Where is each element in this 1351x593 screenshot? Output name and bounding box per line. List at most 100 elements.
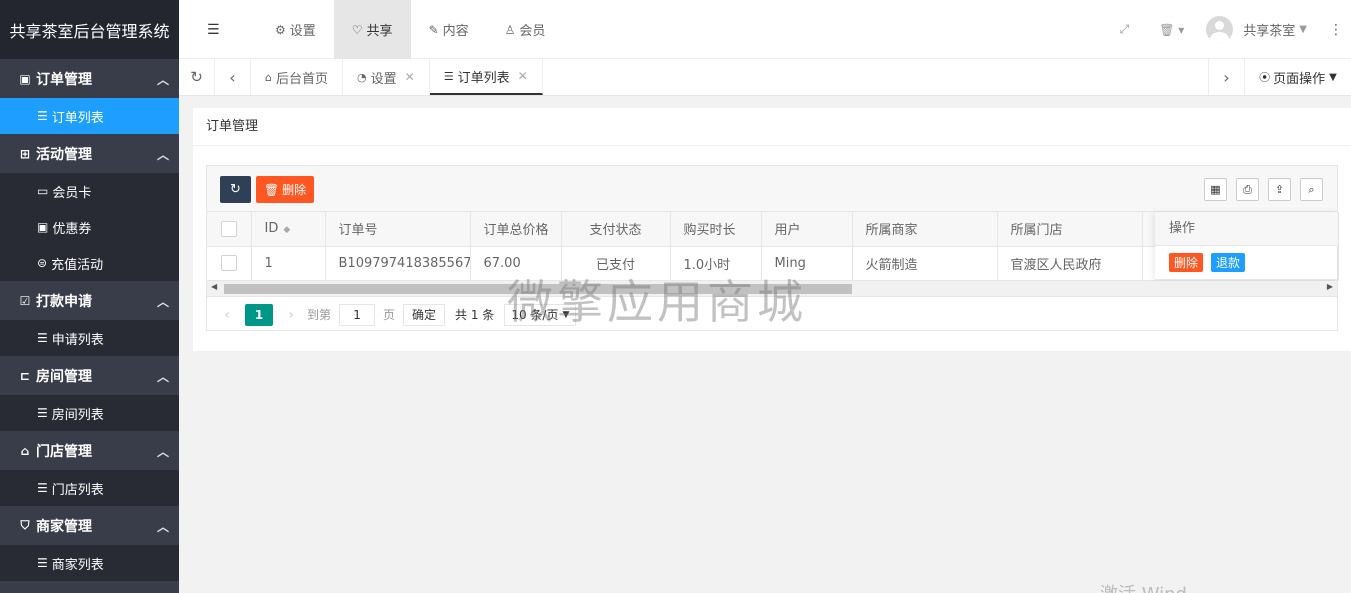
sidebar-item-label: 会员卡 bbox=[52, 185, 92, 201]
topnav-label: 设置 bbox=[289, 24, 316, 39]
cell-id: 1 bbox=[251, 246, 326, 281]
current-page[interactable]: 1 bbox=[245, 303, 273, 326]
refresh-button[interactable]: ↻ bbox=[220, 176, 251, 203]
tab-label: 后台首页 bbox=[275, 71, 328, 87]
sidebar-group-stores[interactable]: ⌂ 门店管理 ︿ bbox=[0, 431, 179, 470]
chevron-down-icon: ▼ bbox=[1329, 71, 1337, 83]
card-title: 订单管理 bbox=[193, 108, 1351, 146]
goto-confirm-button[interactable]: 确定 bbox=[403, 303, 446, 326]
sidebar-group-label: 商家管理 bbox=[36, 518, 92, 535]
column-header: 订单总价格 bbox=[470, 212, 562, 247]
sidebar-item-label: 商家列表 bbox=[51, 557, 104, 573]
select-all-cell[interactable] bbox=[207, 212, 252, 247]
chevron-right-icon[interactable]: › bbox=[1208, 59, 1244, 95]
row-select-cell[interactable] bbox=[207, 246, 252, 281]
tab-settings[interactable]: ◔ 设置 ✕ bbox=[343, 59, 430, 95]
topnav-members[interactable]: ♙ 会员 bbox=[487, 0, 564, 59]
more-icon[interactable]: ⋮ bbox=[1329, 22, 1343, 38]
list-icon: ☰ bbox=[37, 556, 48, 570]
vip-icon: ▭ bbox=[37, 184, 49, 198]
topnav-share[interactable]: ♡ 共享 bbox=[333, 0, 411, 59]
export-icon[interactable]: ⇪ bbox=[1268, 178, 1291, 201]
close-icon[interactable]: ✕ bbox=[405, 70, 415, 84]
sidebar: 共享茶室后台管理系统 ▣ 订单管理 ︿ ☰ 订单列表 ⊞ 活动管理 ︿ ▭ 会员… bbox=[0, 0, 179, 593]
sidebar-item-label: 优惠券 bbox=[52, 221, 92, 237]
select-all-checkbox[interactable] bbox=[220, 220, 237, 237]
edit-icon: ☑ bbox=[19, 293, 31, 308]
sidebar-item-merchant-list[interactable]: ☰ 商家列表 bbox=[0, 545, 179, 581]
sidebar-group-rooms[interactable]: ⊏ 房间管理 ︿ bbox=[0, 356, 179, 395]
column-header: 操作 bbox=[1155, 212, 1337, 246]
avatar[interactable] bbox=[1206, 16, 1234, 43]
sidebar-item-store-list[interactable]: ☰ 门店列表 bbox=[0, 470, 179, 506]
search-icon[interactable]: ⌕ bbox=[1300, 178, 1323, 201]
total-count: 共 1 条 bbox=[455, 308, 495, 322]
page-operations-dropdown[interactable]: ⦿ 页面操作 ▼ bbox=[1244, 59, 1351, 95]
sidebar-group-label: 门店管理 bbox=[36, 443, 92, 460]
topnav-label: 会员 bbox=[519, 24, 546, 39]
print-icon[interactable]: ⎙ bbox=[1236, 178, 1259, 201]
topnav-content[interactable]: ✎ 内容 bbox=[411, 0, 487, 59]
topnav-settings[interactable]: ⚙ 设置 bbox=[257, 0, 334, 59]
column-header: 用户 bbox=[761, 212, 853, 247]
sidebar-item-applications[interactable]: ☰ 申请列表 bbox=[0, 320, 179, 356]
column-header: 购买时长 bbox=[670, 212, 762, 247]
edit-icon: ✎ bbox=[428, 22, 439, 37]
list-icon: ☰ bbox=[443, 69, 454, 83]
sidebar-group-label: 订单管理 bbox=[36, 71, 92, 88]
top-nav: ⚙ 设置 ♡ 共享 ✎ 内容 ♙ 会员 bbox=[257, 0, 563, 59]
goto-page-input[interactable]: 1 bbox=[339, 303, 376, 326]
activate-windows-text: 激活 Wind bbox=[1100, 580, 1187, 593]
room-icon: ⊏ bbox=[19, 368, 31, 383]
fullscreen-icon[interactable]: ⤢ bbox=[1120, 22, 1130, 37]
scroll-right-arrow-icon[interactable]: ▶ bbox=[1327, 282, 1333, 291]
menu-toggle-icon[interactable]: ☰ bbox=[207, 22, 220, 38]
delete-button[interactable]: 🗑 删除 bbox=[256, 176, 314, 203]
close-icon[interactable]: ✕ bbox=[518, 69, 528, 83]
row-refund-button[interactable]: 退款 bbox=[1211, 253, 1246, 272]
row-delete-button[interactable]: 删除 bbox=[1169, 253, 1204, 272]
row-checkbox[interactable] bbox=[220, 255, 237, 271]
radio-dot-icon: ⦿ bbox=[1259, 71, 1271, 84]
sidebar-item-member-card[interactable]: ▭ 会员卡 bbox=[0, 173, 179, 209]
top-header: ☰ ⚙ 设置 ♡ 共享 ✎ 内容 ♙ 会员 ⤢ 🗑 ▾ 共享茶室 ▼ ⋮ bbox=[179, 0, 1351, 59]
sidebar-group-merchants[interactable]: ⛉ 商家管理 ︿ bbox=[0, 506, 179, 545]
goto-label: 到第 bbox=[307, 308, 332, 322]
tabs-bar: ↻ ‹ ⌂ 后台首页 ◔ 设置 ✕ ☰ 订单列表 ✕ › ⦿ 页面操作 ▼ bbox=[179, 59, 1351, 96]
scroll-left-arrow-icon[interactable]: ◀ bbox=[211, 282, 217, 291]
prev-page-icon[interactable]: ‹ bbox=[215, 307, 239, 323]
chevron-up-icon: ︿ bbox=[156, 520, 169, 534]
sort-icon[interactable]: ◆ bbox=[283, 225, 290, 235]
sidebar-item-recharge[interactable]: ⊜ 充值活动 bbox=[0, 245, 179, 281]
sidebar-item-order-list[interactable]: ☰ 订单列表 bbox=[0, 98, 179, 134]
column-header[interactable]: ID ◆ bbox=[251, 212, 326, 247]
sidebar-group-orders[interactable]: ▣ 订单管理 ︿ bbox=[0, 59, 179, 98]
trash-icon: 🗑 bbox=[263, 182, 280, 197]
sidebar-group-payout[interactable]: ☑ 打款申请 ︿ bbox=[0, 281, 179, 320]
trash-dropdown-icon[interactable]: 🗑 ▾ bbox=[1159, 23, 1184, 37]
next-page-icon[interactable]: › bbox=[279, 307, 303, 323]
tab-order-list[interactable]: ☰ 订单列表 ✕ bbox=[429, 59, 543, 95]
column-label: ID bbox=[264, 221, 279, 237]
order-icon: ▣ bbox=[19, 71, 31, 86]
chevron-up-icon: ︿ bbox=[156, 148, 169, 162]
chevron-left-icon[interactable]: ‹ bbox=[215, 59, 251, 95]
column-header: 所属商家 bbox=[852, 212, 998, 247]
sidebar-item-room-list[interactable]: ☰ 房间列表 bbox=[0, 395, 179, 431]
sidebar-group-activities[interactable]: ⊞ 活动管理 ︿ bbox=[0, 134, 179, 173]
page-label: 页 bbox=[383, 308, 396, 322]
columns-filter-icon[interactable]: ▦ bbox=[1204, 178, 1227, 201]
home-icon: ⌂ bbox=[20, 443, 30, 458]
chevron-up-icon: ︿ bbox=[156, 445, 169, 459]
sidebar-item-coupons[interactable]: ▣ 优惠券 bbox=[0, 209, 179, 245]
refresh-icon[interactable]: ↻ bbox=[179, 59, 215, 95]
username[interactable]: 共享茶室 bbox=[1243, 20, 1295, 39]
list-icon: ☰ bbox=[37, 331, 48, 345]
cell-order-no: B109797418385567 bbox=[325, 246, 471, 281]
sidebar-group-label: 打款申请 bbox=[36, 293, 92, 310]
chevron-down-icon[interactable]: ▼ bbox=[1299, 24, 1307, 35]
home-icon: ⌂ bbox=[265, 70, 272, 84]
shield-icon: ⛉ bbox=[20, 518, 30, 532]
fixed-operations-column: 操作 删除 退款 bbox=[1155, 212, 1337, 280]
tab-home[interactable]: ⌂ 后台首页 bbox=[251, 59, 343, 95]
